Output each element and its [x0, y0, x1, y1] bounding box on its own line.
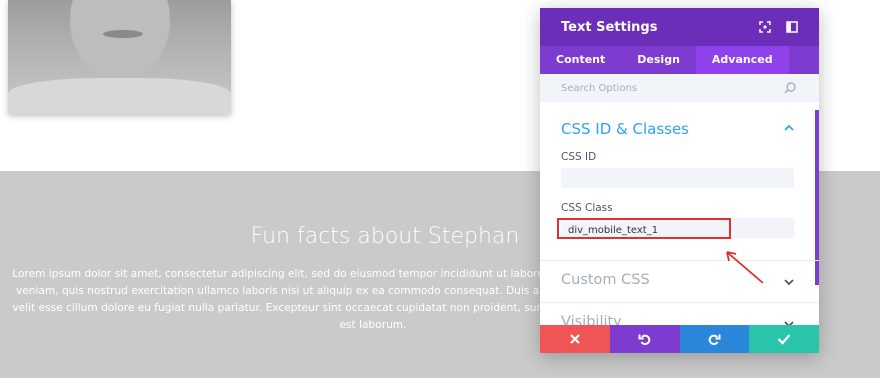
custom-css-heading[interactable]: Custom CSS: [561, 272, 650, 288]
save-button[interactable]: [749, 325, 819, 353]
tab-bar: Content Design Advanced: [540, 46, 819, 74]
chevron-down-icon[interactable]: [783, 276, 795, 288]
section-divider: [540, 302, 819, 303]
profile-photo: [8, 0, 231, 114]
undo-icon: [638, 334, 650, 345]
chevron-up-icon[interactable]: [783, 122, 795, 134]
body-line: Lorem ipsum dolor sit amet, consectetur …: [12, 268, 554, 280]
redo-button[interactable]: [679, 325, 750, 353]
body-line: est laborum.: [339, 319, 407, 331]
sidebar-layout-icon[interactable]: [785, 20, 799, 34]
redo-icon: [709, 334, 721, 345]
css-class-label: CSS Class: [561, 202, 613, 214]
annotation-arrow-icon: [726, 251, 764, 284]
discard-button[interactable]: [540, 325, 610, 353]
tab-content[interactable]: Content: [540, 46, 621, 74]
close-icon: [570, 334, 580, 344]
search-input[interactable]: Search Options: [561, 83, 637, 94]
face-shape: [70, 0, 170, 80]
panel-header[interactable]: Text Settings: [540, 8, 819, 46]
panel-title: Text Settings: [561, 19, 658, 35]
panel-footer: [540, 325, 819, 353]
search-icon[interactable]: [783, 81, 797, 95]
lips-shape: [103, 30, 143, 38]
css-id-field[interactable]: [561, 168, 794, 188]
css-class-highlight: [557, 218, 731, 239]
tab-advanced[interactable]: Advanced: [695, 46, 789, 74]
tab-design[interactable]: Design: [621, 46, 696, 74]
panel-scrollbar[interactable]: [815, 110, 819, 285]
css-id-classes-heading[interactable]: CSS ID & Classes: [561, 120, 689, 138]
css-id-label: CSS ID: [561, 151, 597, 163]
check-icon: [777, 334, 791, 345]
text-settings-panel: Text Settings Content Design Advanced Se…: [540, 8, 819, 353]
body-line: veniam, quis nostrud exercitation ullamc…: [15, 285, 551, 297]
body-line: velit esse cillum dolore eu fugiat nulla…: [12, 302, 554, 314]
section-body: Lorem ipsum dolor sit amet, consectetur …: [8, 266, 558, 334]
search-options-bar[interactable]: Search Options: [540, 74, 819, 102]
undo-button[interactable]: [609, 325, 680, 353]
shirt-shape: [8, 78, 231, 114]
section-divider: [540, 260, 819, 261]
focus-expand-icon[interactable]: [758, 20, 772, 34]
